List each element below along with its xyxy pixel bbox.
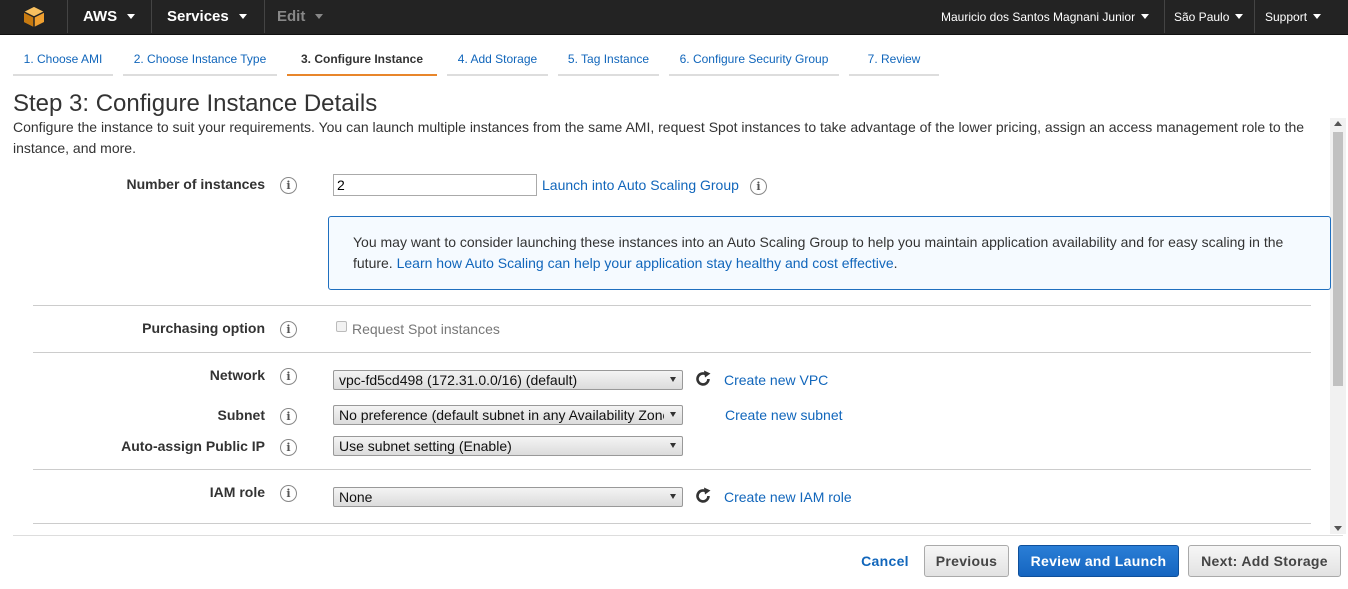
services-menu[interactable]: Services: [152, 0, 265, 33]
dropdown-arrow-icon: [670, 412, 676, 417]
step-choose-ami[interactable]: 1. Choose AMI: [13, 44, 113, 76]
step-tag-instance[interactable]: 5. Tag Instance: [558, 44, 659, 76]
chevron-down-icon: [1141, 14, 1150, 19]
network-select[interactable]: vpc-fd5cd498 (172.31.0.0/16) (default): [333, 370, 683, 390]
chevron-down-icon: [1235, 14, 1244, 19]
next-add-storage-button[interactable]: Next: Add Storage: [1188, 545, 1341, 577]
aws-menu[interactable]: AWS: [68, 0, 152, 33]
step-review[interactable]: 7. Review: [849, 44, 939, 76]
info-icon[interactable]: i: [280, 439, 297, 456]
user-menu[interactable]: Mauricio dos Santos Magnani Junior: [930, 0, 1164, 33]
request-spot-checkbox[interactable]: [336, 321, 347, 332]
create-new-vpc-link[interactable]: Create new VPC: [724, 372, 828, 388]
network-select-value: vpc-fd5cd498 (172.31.0.0/16) (default): [339, 372, 578, 388]
learn-auto-scaling-link[interactable]: Learn how Auto Scaling can help your app…: [397, 255, 894, 271]
top-navigation-bar: AWS Services Edit Mauricio dos Santos Ma…: [0, 0, 1348, 35]
step-configure-instance[interactable]: 3. Configure Instance: [287, 44, 437, 76]
auto-assign-public-ip-label: Auto-assign Public IP: [121, 438, 265, 454]
number-of-instances-label: Number of instances: [126, 176, 265, 192]
iam-role-select-value: None: [339, 489, 373, 505]
refresh-icon[interactable]: [693, 369, 713, 389]
chevron-down-icon: [315, 14, 324, 19]
scroll-down-arrow-icon[interactable]: [1334, 526, 1342, 531]
info-icon[interactable]: i: [280, 408, 297, 425]
previous-button[interactable]: Previous: [924, 545, 1009, 577]
chevron-down-icon: [1313, 14, 1322, 19]
divider: [33, 523, 1311, 524]
info-box-period: .: [893, 255, 898, 271]
services-menu-label: Services: [167, 8, 229, 25]
network-label: Network: [209, 367, 265, 383]
cancel-button[interactable]: Cancel: [852, 545, 918, 577]
divider: [33, 352, 1311, 353]
step-configure-security-group[interactable]: 6. Configure Security Group: [669, 44, 839, 76]
divider: [33, 469, 1311, 470]
chevron-down-icon: [238, 14, 247, 19]
review-and-launch-button[interactable]: Review and Launch: [1018, 545, 1179, 577]
edit-menu-label: Edit: [277, 8, 306, 25]
aws-logo[interactable]: [0, 0, 68, 33]
subnet-select-value: No preference (default subnet in any Ava…: [339, 407, 664, 423]
public-ip-select-value: Use subnet setting (Enable): [339, 438, 512, 454]
vertical-scrollbar[interactable]: [1330, 118, 1346, 534]
dropdown-arrow-icon: [670, 494, 676, 499]
info-icon[interactable]: i: [280, 177, 297, 194]
dropdown-arrow-icon: [670, 377, 676, 382]
subnet-select[interactable]: No preference (default subnet in any Ava…: [333, 405, 683, 425]
subnet-label: Subnet: [217, 407, 265, 423]
request-spot-label: Request Spot instances: [352, 321, 500, 337]
user-menu-label: Mauricio dos Santos Magnani Junior: [941, 9, 1136, 24]
auto-scaling-info-box: You may want to consider launching these…: [328, 216, 1331, 290]
step-choose-instance-type[interactable]: 2. Choose Instance Type: [123, 44, 277, 76]
chevron-down-icon: [127, 14, 136, 19]
aws-cube-icon: [23, 6, 44, 27]
iam-role-select[interactable]: None: [333, 487, 683, 507]
info-icon[interactable]: i: [280, 485, 297, 502]
support-menu[interactable]: Support: [1254, 0, 1348, 33]
refresh-icon[interactable]: [693, 486, 713, 506]
auto-assign-public-ip-select[interactable]: Use subnet setting (Enable): [333, 436, 683, 456]
info-icon[interactable]: i: [750, 178, 767, 195]
scrollbar-thumb[interactable]: [1333, 132, 1343, 386]
edit-menu[interactable]: Edit: [265, 0, 345, 33]
create-new-subnet-link[interactable]: Create new subnet: [725, 407, 843, 423]
aws-menu-label: AWS: [83, 8, 118, 25]
page-description: Configure the instance to suit your requ…: [13, 119, 1305, 156]
region-menu[interactable]: São Paulo: [1164, 0, 1254, 33]
create-new-iam-role-link[interactable]: Create new IAM role: [724, 489, 852, 505]
info-icon[interactable]: i: [280, 368, 297, 385]
support-menu-label: Support: [1265, 9, 1308, 24]
step-add-storage[interactable]: 4. Add Storage: [447, 44, 548, 76]
wizard-steps: 1. Choose AMI 2. Choose Instance Type 3.…: [0, 44, 1348, 78]
region-menu-label: São Paulo: [1174, 9, 1230, 24]
dropdown-arrow-icon: [670, 443, 676, 448]
number-of-instances-input[interactable]: [333, 174, 537, 196]
launch-into-asg-link[interactable]: Launch into Auto Scaling Group: [542, 177, 739, 193]
page-title: Step 3: Configure Instance Details: [13, 90, 378, 117]
iam-role-label: IAM role: [209, 484, 265, 500]
divider: [33, 305, 1311, 306]
scroll-up-arrow-icon[interactable]: [1334, 121, 1342, 126]
footer-divider: [13, 535, 1343, 536]
purchasing-option-label: Purchasing option: [142, 320, 265, 336]
info-icon[interactable]: i: [280, 321, 297, 338]
